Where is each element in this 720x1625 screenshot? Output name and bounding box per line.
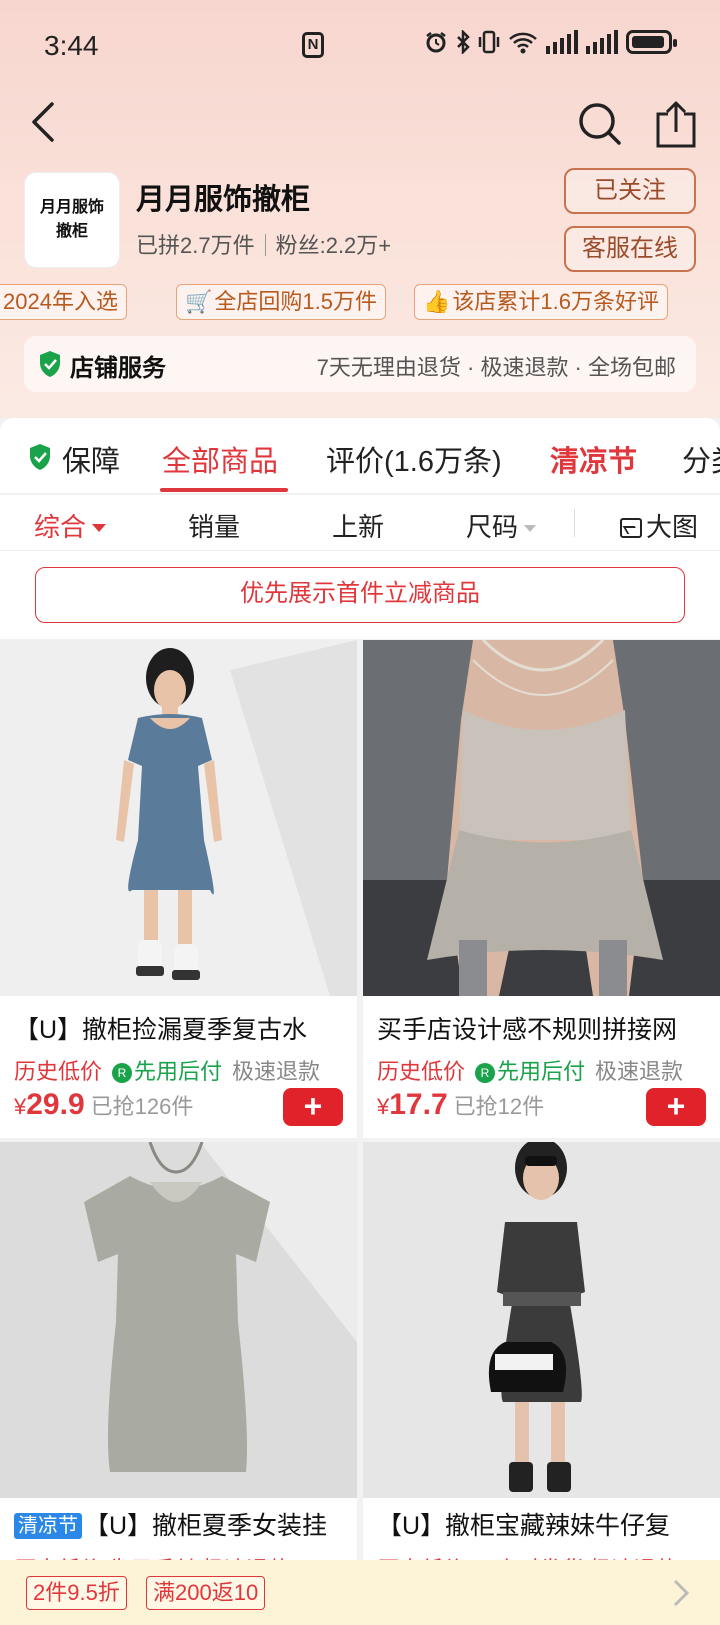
divider bbox=[574, 509, 575, 537]
nav-bar bbox=[0, 96, 720, 156]
chevron-down-icon bbox=[524, 525, 537, 532]
shield-icon bbox=[40, 351, 60, 377]
shield-icon bbox=[30, 444, 50, 470]
product-image[interactable] bbox=[0, 1142, 357, 1498]
alarm-icon bbox=[426, 32, 446, 53]
sort-bar: 综合 销量 上新 尺码 大图 bbox=[0, 495, 720, 551]
shop-logo[interactable]: 月月服饰 撤柜 bbox=[24, 172, 120, 268]
vibrate-icon bbox=[478, 30, 500, 54]
promo-bar[interactable]: 2件9.5折 满200返10 bbox=[0, 1560, 720, 1625]
product-card[interactable]: 清凉节【U】撤柜夏季女装挂 历史低价 先用后付 极速退款 bbox=[0, 1142, 357, 1560]
promo-discount[interactable]: 2件9.5折 bbox=[26, 1576, 127, 1610]
sort-size[interactable]: 尺码 bbox=[466, 507, 537, 544]
shop-info: 月月服饰 撤柜 月月服饰撤柜 已拼2.7万件 粉丝:2.2万+ 已关注 客服在线 bbox=[24, 168, 696, 272]
image-icon bbox=[620, 518, 642, 538]
search-icon[interactable] bbox=[578, 102, 622, 146]
shop-stats: 已拼2.7万件 粉丝:2.2万+ bbox=[136, 228, 391, 260]
product-title: 【U】撤柜捡漏夏季复古水 bbox=[14, 1016, 308, 1044]
tab-festival[interactable]: 清凉节 bbox=[550, 438, 637, 480]
signal-icon bbox=[546, 30, 578, 54]
product-image[interactable] bbox=[363, 1142, 720, 1498]
product-card[interactable]: 【U】撤柜捡漏夏季复古水 历史低价 R 先用后付 极速退款 ¥29.9 已抢126件 + bbox=[0, 640, 357, 1138]
service-desc: 7天无理由退货 · 极速退款 · 全场包邮 bbox=[316, 355, 676, 380]
check-badge-icon: R bbox=[475, 1063, 496, 1083]
tag-good-reviews: 👍该店累计1.6万条好评 bbox=[414, 284, 668, 320]
tab-all-products[interactable]: 全部商品 bbox=[162, 438, 278, 480]
festival-badge: 清凉节 bbox=[14, 1513, 82, 1539]
add-to-cart-button[interactable]: + bbox=[283, 1088, 343, 1126]
clock: 3:44 bbox=[44, 30, 99, 61]
product-tags: 历史低价 R 先用后付 极速退款 bbox=[377, 1059, 684, 1084]
shop-tags: 2024年入选 🛒全店回购1.5万件 👍该店累计1.6万条好评 bbox=[0, 284, 720, 320]
logo-text: 月月服饰 bbox=[39, 199, 104, 216]
first-discount-button[interactable]: 优先展示首件立减商品 bbox=[35, 567, 685, 623]
product-price: ¥29.9 已抢126件 bbox=[14, 1088, 194, 1121]
tab-underline bbox=[160, 488, 288, 492]
tab-bar: 保障 全部商品 评价(1.6万条) 清凉节 分类 bbox=[0, 418, 720, 494]
product-image[interactable] bbox=[0, 640, 357, 996]
shop-service[interactable]: 店铺服务 7天无理由退货 · 极速退款 · 全场包邮 bbox=[24, 336, 696, 392]
chevron-right-icon[interactable] bbox=[672, 1578, 690, 1608]
tab-reviews[interactable]: 评价(1.6万条) bbox=[326, 438, 502, 480]
status-icons bbox=[424, 30, 677, 54]
battery-icon bbox=[626, 30, 677, 54]
product-image[interactable] bbox=[363, 640, 720, 996]
product-title: 清凉节 【U】撤柜夏季女装挂 bbox=[14, 1506, 346, 1542]
signal-icon bbox=[586, 30, 618, 54]
sort-comprehensive[interactable]: 综合 bbox=[34, 507, 107, 544]
promo-rebate[interactable]: 满200返10 bbox=[146, 1576, 266, 1610]
cart-icon: 🛒 bbox=[185, 289, 213, 314]
sort-new[interactable]: 上新 bbox=[332, 507, 384, 544]
first-discount-bar: 优先展示首件立减商品 bbox=[0, 551, 720, 639]
tab-guarantee[interactable]: 保障 bbox=[62, 438, 120, 480]
product-title: 【U】撤柜宝藏辣妹牛仔复 bbox=[377, 1512, 671, 1540]
check-badge-icon: R bbox=[112, 1063, 133, 1083]
tab-category[interactable]: 分类 bbox=[682, 438, 720, 480]
product-card[interactable]: 【U】撤柜宝藏辣妹牛仔复 历史低价 24小时发货 极速退款 bbox=[363, 1142, 720, 1560]
fans-count: 粉丝:2.2万+ bbox=[275, 233, 392, 258]
add-to-cart-button[interactable]: + bbox=[646, 1088, 706, 1126]
service-title: 店铺服务 bbox=[70, 355, 166, 382]
nfc-icon: N bbox=[302, 32, 324, 58]
customer-service-button[interactable]: 客服在线 bbox=[564, 226, 696, 272]
follow-button[interactable]: 已关注 bbox=[564, 168, 696, 214]
product-tags: 历史低价 R 先用后付 极速退款 bbox=[14, 1059, 321, 1084]
large-image-toggle[interactable]: 大图 bbox=[620, 507, 698, 544]
sort-sales[interactable]: 销量 bbox=[188, 507, 240, 544]
product-price: ¥17.7 已抢12件 bbox=[377, 1088, 545, 1121]
sold-count: 已拼2.7万件 bbox=[136, 233, 255, 258]
tag-repurchase: 🛒全店回购1.5万件 bbox=[176, 284, 386, 320]
tag-selected-2024: 2024年入选 bbox=[0, 284, 127, 320]
thumbs-up-icon: 👍 bbox=[423, 289, 451, 314]
product-title: 买手店设计感不规则拼接网 bbox=[377, 1016, 678, 1044]
product-card[interactable]: 买手店设计感不规则拼接网 历史低价 R 先用后付 极速退款 ¥17.7 已抢12件 + bbox=[363, 640, 720, 1138]
bluetooth-icon bbox=[457, 30, 470, 54]
back-icon[interactable] bbox=[26, 102, 66, 142]
shop-name: 月月服饰撤柜 bbox=[136, 184, 311, 216]
logo-text: 撤柜 bbox=[55, 223, 88, 240]
share-icon[interactable] bbox=[654, 100, 698, 148]
product-tags: 历史低价 24小时发货 极速退款 bbox=[377, 1552, 678, 1560]
status-bar: 3:44 N bbox=[0, 20, 720, 70]
product-tags: 历史低价 先用后付 极速退款 bbox=[14, 1552, 290, 1560]
shop-header: 3:44 N 月月服饰 撤柜 月月服饰撤柜 已拼2.7万件 粉丝:2.2万+ 已关注… bbox=[0, 0, 720, 418]
wifi-icon bbox=[509, 32, 537, 54]
chevron-down-icon bbox=[92, 524, 107, 532]
